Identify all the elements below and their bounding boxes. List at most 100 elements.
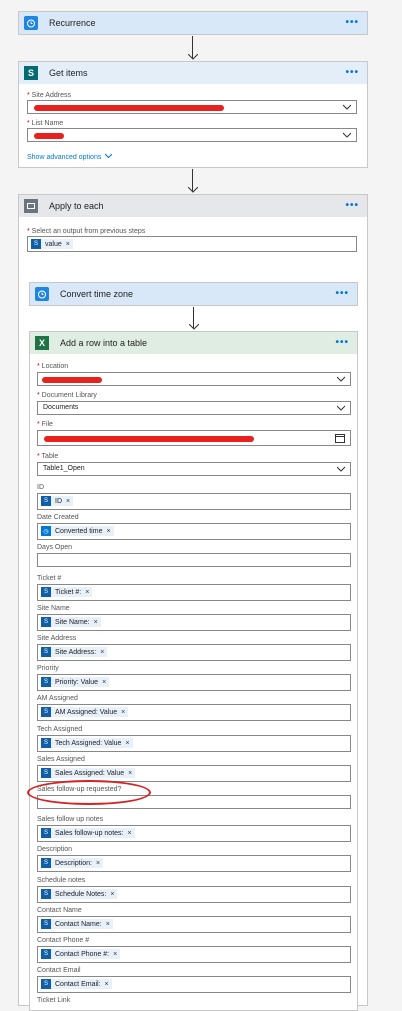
dynamic-content-token[interactable]: S Tech Assigned: Value × xyxy=(41,738,133,748)
location-label: * Location xyxy=(37,363,69,370)
chevron-down-icon[interactable] xyxy=(343,102,351,112)
list-name-field[interactable] xyxy=(27,128,357,142)
dynamic-content-token[interactable]: S Site Address: × xyxy=(41,647,108,657)
table-label: * Table xyxy=(37,453,59,460)
remove-token-button[interactable]: × xyxy=(127,830,131,837)
dynamic-content-token[interactable]: S Contact Name: × xyxy=(41,919,113,929)
dynamic-content-token[interactable]: S ID × xyxy=(41,496,74,506)
recurrence-card[interactable]: Recurrence ••• xyxy=(18,11,368,35)
remove-token-button[interactable]: × xyxy=(128,770,132,777)
dynamic-content-token[interactable]: S Schedule Notes: × xyxy=(41,889,118,899)
sharepoint-icon: S xyxy=(41,496,51,506)
remove-token-button[interactable]: × xyxy=(125,740,129,747)
column-input[interactable]: S ID × xyxy=(37,493,351,510)
remove-token-button[interactable]: × xyxy=(106,528,110,535)
recurrence-title: Recurrence xyxy=(49,18,96,28)
clock-icon xyxy=(35,287,49,301)
dynamic-content-token[interactable]: S Priority: Value × xyxy=(41,677,110,687)
value-token[interactable]: S value × xyxy=(31,239,73,249)
add-row-menu-button[interactable]: ••• xyxy=(335,337,349,348)
remove-token-button[interactable]: × xyxy=(94,619,98,626)
chevron-down-icon[interactable] xyxy=(343,130,351,140)
sharepoint-icon: S xyxy=(41,587,51,597)
column-label: Contact Name xyxy=(37,907,82,914)
dynamic-content-token[interactable]: S Description: × xyxy=(41,858,104,868)
column-input[interactable]: S Priority: Value × xyxy=(37,674,351,691)
document-library-field[interactable]: Documents xyxy=(37,401,351,415)
location-field[interactable] xyxy=(37,372,351,386)
document-library-label: * Document Library xyxy=(37,392,97,399)
remove-token-button[interactable]: × xyxy=(100,649,104,656)
convert-time-zone-header[interactable]: Convert time zone ••• xyxy=(30,283,357,305)
remove-token-button[interactable]: × xyxy=(66,241,70,248)
column-input[interactable]: S AM Assigned: Value × xyxy=(37,704,351,721)
column-input[interactable]: S Site Address: × xyxy=(37,644,351,661)
chevron-down-icon xyxy=(104,153,113,159)
column-input[interactable]: S Contact Email: × xyxy=(37,976,351,993)
apply-to-each-menu-button[interactable]: ••• xyxy=(345,200,359,211)
column-input[interactable]: S Schedule Notes: × xyxy=(37,886,351,903)
get-items-header[interactable]: S Get items ••• xyxy=(19,62,367,84)
dynamic-content-token[interactable]: S Site Name: × xyxy=(41,617,101,627)
column-input[interactable]: S Description: × xyxy=(37,855,351,872)
sharepoint-icon: S xyxy=(41,768,51,778)
dynamic-content-token[interactable]: S Contact Email: × xyxy=(41,979,112,989)
remove-token-button[interactable]: × xyxy=(96,860,100,867)
remove-token-button[interactable]: × xyxy=(66,498,70,505)
show-advanced-options-link[interactable]: Show advanced options xyxy=(27,153,113,161)
select-output-field[interactable]: S value × xyxy=(27,236,357,252)
loop-icon xyxy=(24,199,38,213)
recurrence-menu-button[interactable]: ••• xyxy=(345,17,359,28)
column-label: Tech Assigned xyxy=(37,726,83,733)
column-label: Description xyxy=(37,846,73,853)
get-items-menu-button[interactable]: ••• xyxy=(345,67,359,78)
column-input[interactable]: S Sales follow-up notes: × xyxy=(37,825,351,842)
folder-icon[interactable] xyxy=(335,434,345,443)
table-field[interactable]: Table1_Open xyxy=(37,462,351,476)
add-row-card[interactable]: X Add a row into a table ••• * Location … xyxy=(29,331,358,1011)
dynamic-content-token[interactable]: S AM Assigned: Value × xyxy=(41,707,129,717)
remove-token-button[interactable]: × xyxy=(85,589,89,596)
get-items-card[interactable]: S Get items ••• * Site Address * List Na… xyxy=(18,61,368,168)
site-address-field[interactable] xyxy=(27,100,357,114)
column-input[interactable]: S Tech Assigned: Value × xyxy=(37,735,351,752)
sharepoint-icon: S xyxy=(31,239,41,249)
remove-token-button[interactable]: × xyxy=(105,981,109,988)
dynamic-content-token[interactable]: S Sales follow-up notes: × xyxy=(41,828,135,838)
column-label: AM Assigned xyxy=(37,695,78,702)
remove-token-button[interactable]: × xyxy=(121,709,125,716)
column-input[interactable]: ◷ Converted time × xyxy=(37,523,351,540)
redaction xyxy=(42,377,102,383)
sharepoint-icon: S xyxy=(41,738,51,748)
dynamic-content-token[interactable]: S Sales Assigned: Value × xyxy=(41,768,136,778)
apply-to-each-card[interactable]: Apply to each ••• * Select an output fro… xyxy=(18,194,368,1011)
remove-token-button[interactable]: × xyxy=(106,921,110,928)
flow-arrow xyxy=(188,36,198,60)
convert-time-zone-card[interactable]: Convert time zone ••• xyxy=(29,282,358,306)
apply-to-each-header[interactable]: Apply to each ••• xyxy=(19,195,367,217)
chevron-down-icon[interactable] xyxy=(337,464,345,474)
column-input[interactable] xyxy=(37,553,351,567)
site-address-label: * Site Address xyxy=(27,92,71,99)
redaction xyxy=(44,436,254,442)
convert-time-zone-menu-button[interactable]: ••• xyxy=(335,288,349,299)
dynamic-content-token[interactable]: ◷ Converted time × xyxy=(41,526,114,536)
convert-time-zone-title: Convert time zone xyxy=(60,289,134,299)
column-input[interactable]: S Ticket #: × xyxy=(37,584,351,601)
column-input[interactable]: S Contact Phone #: × xyxy=(37,946,351,963)
column-label: Ticket # xyxy=(37,575,62,582)
file-field[interactable] xyxy=(37,430,351,446)
remove-token-button[interactable]: × xyxy=(113,951,117,958)
recurrence-header[interactable]: Recurrence ••• xyxy=(19,12,367,34)
dynamic-content-token[interactable]: S Ticket #: × xyxy=(41,587,93,597)
column-input[interactable]: S Contact Name: × xyxy=(37,916,351,933)
chevron-down-icon[interactable] xyxy=(337,374,345,384)
dynamic-content-token[interactable]: S Contact Phone #: × xyxy=(41,949,121,959)
sharepoint-icon: S xyxy=(41,617,51,627)
column-input[interactable]: S Site Name: × xyxy=(37,614,351,631)
remove-token-button[interactable]: × xyxy=(102,679,106,686)
apply-to-each-title: Apply to each xyxy=(49,201,104,211)
add-row-header[interactable]: X Add a row into a table ••• xyxy=(30,332,357,354)
remove-token-button[interactable]: × xyxy=(110,891,114,898)
chevron-down-icon[interactable] xyxy=(337,403,345,413)
